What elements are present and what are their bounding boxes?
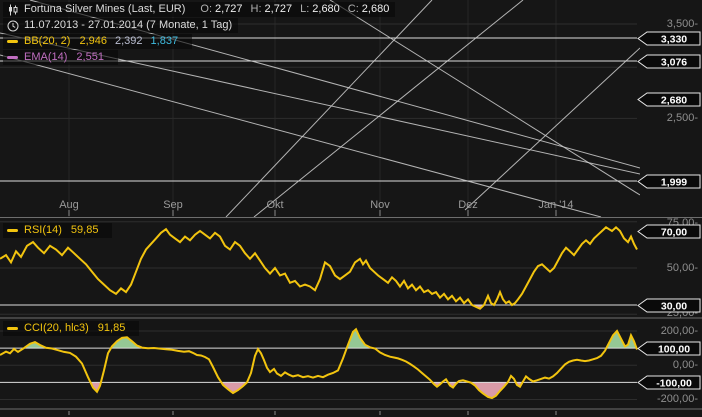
trading-chart-window: AugSepOktNovDezJan '14 Fortuna Silver Mi… (0, 0, 702, 417)
high-value: 2,727 (265, 3, 293, 16)
bb-indicator-row[interactable]: BB(20, 2) 2,946 2,392 1,837 (3, 34, 192, 49)
chart-legend: Fortuna Silver Mines (Last, EUR) O: 2,72… (3, 2, 395, 66)
candlestick-icon (7, 4, 19, 16)
cci-swatch-icon (7, 327, 18, 330)
cci-name: CCI(20, hlc3) (24, 322, 89, 335)
instrument-title: Fortuna Silver Mines (Last, EUR) (24, 3, 185, 16)
rsi-value: 59,85 (71, 224, 99, 237)
date-range: 11.07.2013 - 27.01.2014 (7 Monate, 1 Tag… (24, 19, 232, 32)
instrument-row[interactable]: Fortuna Silver Mines (Last, EUR) O: 2,72… (3, 2, 395, 17)
low-value: 2,680 (312, 3, 340, 16)
price-scale[interactable] (638, 0, 702, 409)
rsi-name: RSI(14) (24, 224, 62, 237)
bb-lower-value: 1,837 (151, 35, 179, 48)
clock-icon (7, 20, 19, 32)
ema-value: 2,551 (76, 51, 104, 64)
time-axis[interactable] (0, 196, 637, 217)
ema-swatch-icon (7, 56, 18, 59)
cci-value: 91,85 (98, 322, 126, 335)
rsi-indicator-row[interactable]: RSI(14) 59,85 (3, 223, 112, 238)
rsi-legend: RSI(14) 59,85 (3, 223, 112, 239)
rsi-swatch-icon (7, 229, 18, 232)
low-label: L: (300, 3, 309, 16)
open-label: O: (200, 3, 212, 16)
high-label: H: (251, 3, 262, 16)
date-range-row[interactable]: 11.07.2013 - 27.01.2014 (7 Monate, 1 Tag… (3, 18, 238, 33)
close-value: 2,680 (362, 3, 390, 16)
open-value: 2,727 (215, 3, 243, 16)
bb-middle-value: 2,392 (115, 35, 143, 48)
close-label: C: (348, 3, 359, 16)
ema-indicator-row[interactable]: EMA(14) 2,551 (3, 50, 118, 65)
cci-indicator-row[interactable]: CCI(20, hlc3) 91,85 (3, 321, 139, 336)
bb-name: BB(20, 2) (24, 35, 70, 48)
bb-upper-value: 2,946 (79, 35, 107, 48)
ema-name: EMA(14) (24, 51, 67, 64)
bb-swatch-icon (7, 40, 18, 43)
cci-legend: CCI(20, hlc3) 91,85 (3, 321, 139, 337)
